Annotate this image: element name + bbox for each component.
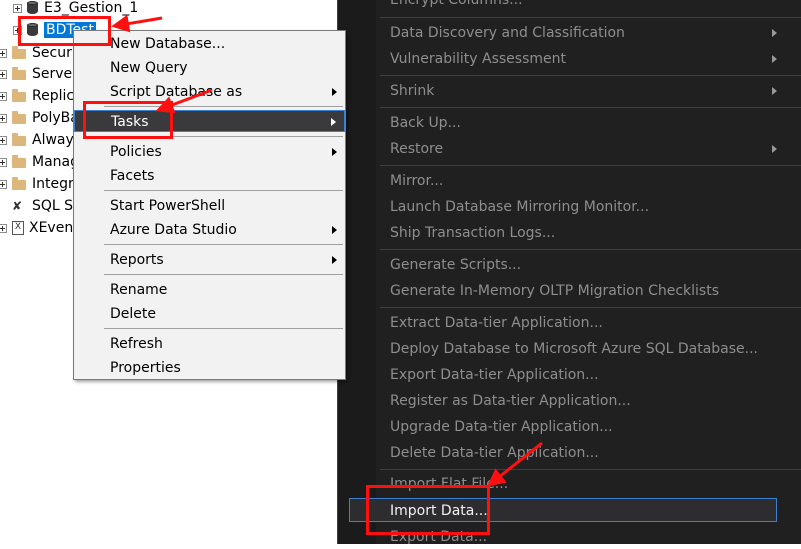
annotation-arrow-icon (486, 441, 543, 487)
annotation-arrows (111, 14, 543, 487)
annotation-arrow-icon (155, 88, 213, 114)
annotation-arrow-icon (111, 14, 163, 33)
